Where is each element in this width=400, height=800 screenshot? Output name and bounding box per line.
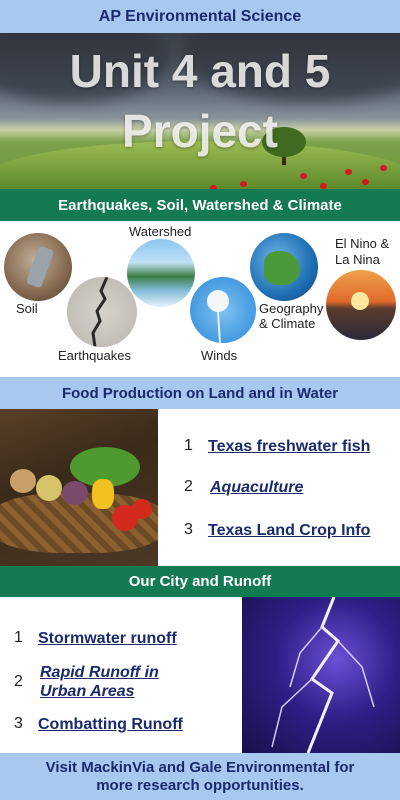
lightning-storm-image: [242, 597, 400, 753]
section-header-earth: Earthquakes, Soil, Watershed & Climate: [0, 189, 400, 221]
food-production-panel: 1 Texas freshwater fish 2 Aquaculture 3 …: [0, 409, 400, 566]
continent-shape: [264, 251, 300, 285]
project-title-line2: Project: [122, 105, 278, 157]
onion-shape: [10, 469, 36, 493]
winds-label: Winds: [201, 348, 238, 363]
elnino-label-line1: El Nino &: [335, 236, 390, 251]
tomato-shape: [132, 499, 152, 519]
list-number: 2: [184, 478, 193, 495]
project-title-line1: Unit 4 and 5: [69, 45, 331, 97]
runoff-panel: 1 Stormwater runoff 2 Rapid Runoff in Ur…: [0, 597, 400, 753]
list-item: 3 Texas Land Crop Info: [184, 521, 370, 540]
shovel-shape: [25, 245, 55, 289]
list-number: 3: [14, 715, 23, 732]
rapid-runoff-line1: Rapid Runoff in: [40, 664, 159, 681]
poppy-flower: [300, 173, 307, 179]
list-item: 1 Texas freshwater fish: [184, 437, 370, 456]
project-title: Unit 4 and 5 Project: [0, 41, 400, 161]
poppy-flower: [380, 165, 387, 171]
soil-image[interactable]: [4, 233, 72, 301]
list-number: 2: [14, 673, 23, 690]
poppy-flower: [362, 179, 369, 185]
elnino-label: El Nino & La Nina: [335, 236, 389, 268]
section-header-food-text: Food Production on Land and in Water: [61, 384, 339, 402]
list-item: 2 Rapid Runoff in Urban Areas: [14, 663, 159, 701]
list-item: 3 Combatting Runoff: [14, 715, 183, 734]
section-header-runoff: Our City and Runoff: [0, 566, 400, 597]
list-item: 1 Stormwater runoff: [14, 629, 177, 648]
list-number: 1: [184, 437, 193, 454]
research-text: Visit MackinVia and Gale Environmental f…: [46, 759, 355, 795]
combatting-runoff-link[interactable]: Combatting Runoff: [38, 715, 183, 734]
beet-shape: [62, 481, 88, 505]
texas-freshwater-fish-link[interactable]: Texas freshwater fish: [208, 437, 370, 456]
section-header-earth-text: Earthquakes, Soil, Watershed & Climate: [58, 196, 342, 214]
course-title-banner: AP Environmental Science: [0, 0, 400, 33]
list-item: 2 Aquaculture: [184, 478, 303, 497]
pepper-shape: [92, 479, 114, 509]
stormwater-runoff-link[interactable]: Stormwater runoff: [38, 629, 177, 648]
section-header-runoff-text: Our City and Runoff: [128, 573, 272, 590]
elnino-image[interactable]: [326, 270, 396, 340]
sun-icon: [351, 292, 369, 310]
list-number: 1: [14, 629, 23, 646]
vegetable-basket-image: [0, 409, 158, 566]
lightning-bolt-icon: [271, 597, 375, 753]
geography-label-line2: & Climate: [259, 316, 316, 331]
elnino-label-line2: La Nina: [335, 252, 380, 267]
course-title: AP Environmental Science: [98, 7, 302, 25]
onion-shape: [36, 475, 62, 501]
crack-icon: [91, 277, 109, 347]
geography-label-line1: Geography: [259, 301, 324, 316]
aquaculture-link[interactable]: Aquaculture: [210, 478, 303, 497]
research-text-line1: Visit MackinVia and Gale Environmental f…: [45, 758, 355, 776]
watershed-label: Watershed: [129, 224, 192, 239]
dandelion-icon: [207, 290, 229, 343]
rapid-runoff-urban-link[interactable]: Rapid Runoff in Urban Areas: [40, 663, 159, 701]
section-header-food: Food Production on Land and in Water: [0, 377, 400, 409]
earthquakes-image[interactable]: [67, 277, 137, 347]
poppy-flower: [345, 169, 352, 175]
list-number: 3: [184, 521, 193, 538]
hero-image: Unit 4 and 5 Project: [0, 33, 400, 189]
research-text-line2: more research opportunities.: [96, 776, 304, 794]
winds-image[interactable]: [190, 277, 256, 343]
earthquakes-label: Earthquakes: [58, 348, 131, 363]
watershed-image[interactable]: [127, 239, 195, 307]
earth-topics-panel: Soil Earthquakes Watershed Winds Geograp…: [0, 221, 400, 377]
texas-land-crop-info-link[interactable]: Texas Land Crop Info: [208, 521, 370, 540]
geography-image[interactable]: [250, 233, 318, 301]
poppy-flower: [240, 181, 247, 187]
geography-label: Geography & Climate: [259, 301, 323, 331]
soil-label: Soil: [16, 301, 38, 316]
research-banner: Visit MackinVia and Gale Environmental f…: [0, 753, 400, 800]
rapid-runoff-line2: Urban Areas: [40, 683, 135, 700]
